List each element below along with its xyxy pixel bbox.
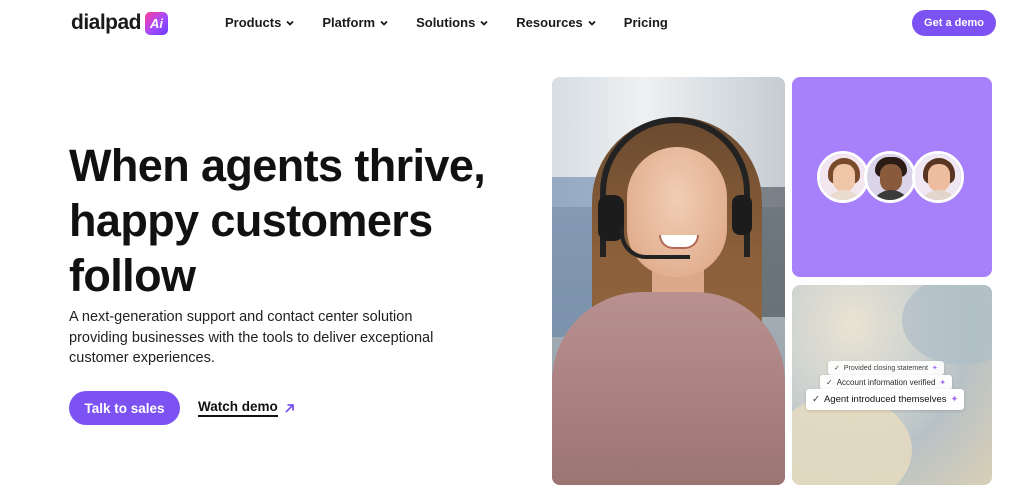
nav-item-products[interactable]: Products (225, 15, 295, 30)
avatar (864, 151, 916, 203)
sparkle-icon: ✦ (950, 394, 959, 405)
nav-item-label: Resources (516, 15, 583, 30)
avatar (817, 151, 869, 203)
main-menu: Products Platform Solutions Resources Pr… (225, 15, 695, 30)
get-a-demo-button[interactable]: Get a demo (912, 10, 996, 36)
headset-microphone (620, 227, 690, 259)
nav-item-label: Pricing (623, 15, 668, 30)
customer-avatars-panel (792, 77, 992, 277)
ai-logo-icon: Ai (145, 11, 169, 35)
chevron-down-icon (480, 20, 488, 26)
avatar (912, 151, 964, 203)
chevron-down-icon (588, 20, 596, 26)
checklist-item-label: Agent introduced themselves (823, 394, 947, 405)
arrow-up-right-icon (285, 403, 294, 413)
hero-headline: When agents thrive, happy customers foll… (69, 140, 486, 301)
sparkle-icon: ✦ (931, 365, 938, 372)
check-icon: ✓ (812, 394, 820, 405)
checklist-item: ✓ Provided closing statement ✦ (828, 361, 944, 375)
ai-checklist-panel: ✓ Provided closing statement ✦ ✓ Account… (792, 285, 992, 485)
check-icon: ✓ (826, 378, 833, 387)
avatar-face (928, 164, 950, 192)
avatar-face (833, 164, 855, 192)
logo-wordmark: dialpad (71, 11, 142, 34)
headset-earpiece (732, 195, 752, 235)
chevron-down-icon (380, 20, 388, 26)
agent-sweater (552, 292, 785, 485)
chevron-down-icon (286, 20, 294, 26)
dialpad-logo[interactable]: dialpad Ai (71, 11, 169, 35)
watch-demo-link[interactable]: Watch demo (198, 399, 295, 417)
checklist-item: ✓ Agent introduced themselves ✦ (806, 389, 965, 410)
nav-item-solutions[interactable]: Solutions (416, 15, 489, 30)
watch-demo-label: Watch demo (198, 399, 278, 417)
checklist-item: ✓ Account information verified ✦ (820, 375, 953, 390)
nav-item-label: Solutions (416, 15, 476, 30)
talk-to-sales-button[interactable]: Talk to sales (69, 391, 180, 425)
panel-decoration (902, 285, 992, 365)
nav-item-pricing[interactable]: Pricing (624, 15, 668, 30)
checklist-item-label: Provided closing statement (843, 364, 928, 372)
nav-item-label: Products (225, 15, 282, 30)
check-icon: ✓ (834, 365, 840, 372)
agent-photo (552, 77, 785, 485)
hero-subcopy: A next-generation support and contact ce… (69, 309, 434, 366)
nav-item-label: Platform (322, 15, 376, 30)
sparkle-icon: ✦ (939, 378, 947, 387)
nav-item-platform[interactable]: Platform (322, 15, 389, 30)
top-nav: dialpad Ai Products Platform Solutions R… (0, 0, 1024, 46)
nav-item-resources[interactable]: Resources (516, 15, 596, 30)
avatar-face (880, 164, 902, 192)
checklist-item-label: Account information verified (836, 378, 936, 387)
